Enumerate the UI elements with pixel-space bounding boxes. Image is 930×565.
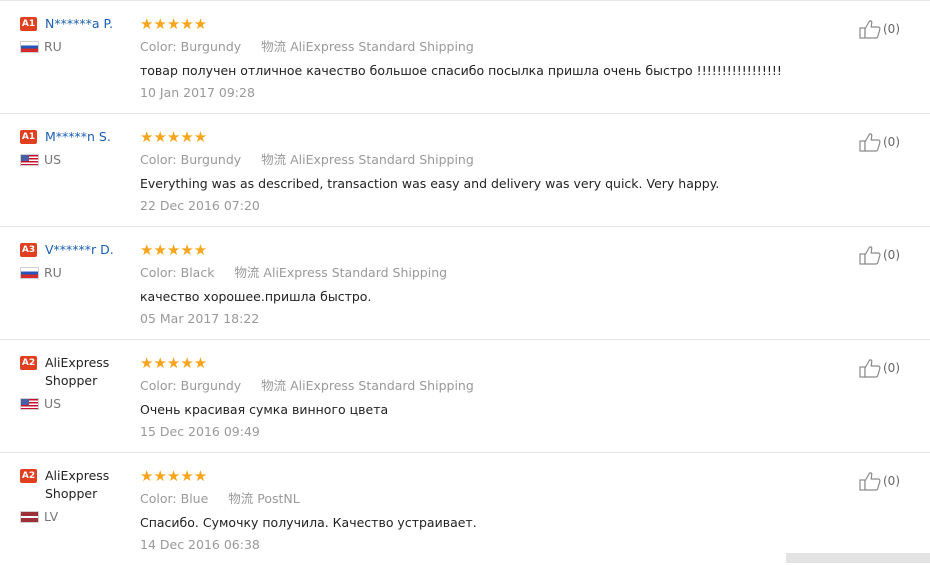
review-list: A1 N******a P. RU ★★★★★ Color: Burgundy …	[0, 0, 930, 565]
reviewer-name[interactable]: V******r D.	[45, 241, 114, 259]
horizontal-scrollbar[interactable]	[786, 553, 930, 563]
reviewer-country: RU	[20, 265, 132, 280]
review-date: 22 Dec 2016 07:20	[140, 198, 260, 213]
shipping-label: 物流	[234, 265, 260, 280]
country-flag-icon	[20, 266, 39, 279]
reviewer-info: A2 AliExpress Shopper US	[20, 354, 132, 411]
buyer-level-badge: A1	[20, 130, 37, 144]
thumbs-up-icon	[859, 20, 881, 39]
shipping-value: AliExpress Standard Shipping	[290, 152, 474, 167]
review-text: Очень красивая сумка винного цвета	[140, 402, 389, 417]
thumbs-up-icon	[859, 472, 881, 491]
helpful-button[interactable]: (0)	[859, 245, 900, 265]
reviewer-name: AliExpress Shopper	[45, 468, 110, 501]
country-flag-icon	[20, 510, 39, 523]
rating-stars: ★★★★★	[140, 128, 208, 146]
review-content: ★★★★★ Color: Burgundy 物流 AliExpress Stan…	[140, 354, 850, 440]
review-text: Everything was as described, transaction…	[140, 176, 720, 191]
helpful-count: (0)	[883, 361, 900, 375]
review-date: 15 Dec 2016 09:49	[140, 424, 260, 439]
color-label: Color:	[140, 491, 177, 506]
shipping-label: 物流	[261, 378, 287, 393]
review-item: A2 AliExpress Shopper US ★★★★★ Color: Bu…	[0, 339, 930, 452]
helpful-count: (0)	[883, 474, 900, 488]
rating-stars: ★★★★★	[140, 354, 208, 372]
reviewer-name[interactable]: M*****n S.	[45, 128, 111, 146]
review-text: качество хорошее.пришла быстро.	[140, 289, 372, 304]
country-flag-icon	[20, 397, 39, 410]
shipping-label: 物流	[261, 152, 287, 167]
buyer-level-badge: A2	[20, 356, 37, 370]
review-date: 10 Jan 2017 09:28	[140, 85, 255, 100]
order-attributes: Color: Burgundy 物流 AliExpress Standard S…	[140, 377, 850, 394]
review-content: ★★★★★ Color: Black 物流 AliExpress Standar…	[140, 241, 850, 327]
reviewer-country: US	[20, 396, 132, 411]
review-item: A1 M*****n S. US ★★★★★ Color: Burgundy 物…	[0, 113, 930, 226]
helpful-button[interactable]: (0)	[859, 19, 900, 39]
review-date: 14 Dec 2016 06:38	[140, 537, 260, 552]
thumbs-up-icon	[859, 246, 881, 265]
shipping-label: 物流	[228, 491, 254, 506]
buyer-level-badge: A1	[20, 17, 37, 31]
review-content: ★★★★★ Color: Burgundy 物流 AliExpress Stan…	[140, 128, 850, 214]
shipping-value: PostNL	[257, 491, 300, 506]
helpful-count: (0)	[883, 135, 900, 149]
review-item: A1 N******a P. RU ★★★★★ Color: Burgundy …	[0, 0, 930, 113]
review-text: Спасибо. Сумочку получила. Качество устр…	[140, 515, 477, 530]
color-label: Color:	[140, 265, 177, 280]
color-label: Color:	[140, 378, 177, 393]
helpful-button[interactable]: (0)	[859, 471, 900, 491]
shipping-value: AliExpress Standard Shipping	[290, 378, 474, 393]
thumbs-up-icon	[859, 359, 881, 378]
color-value: Burgundy	[180, 152, 242, 167]
shipping-value: AliExpress Standard Shipping	[290, 39, 474, 54]
reviewer-info: A3 V******r D. RU	[20, 241, 132, 280]
country-flag-icon	[20, 153, 39, 166]
color-label: Color:	[140, 39, 177, 54]
reviewer-info: A1 N******a P. RU	[20, 15, 132, 54]
review-text: товар получен отличное качество большое …	[140, 63, 782, 78]
buyer-level-badge: A2	[20, 469, 37, 483]
order-attributes: Color: Blue 物流 PostNL	[140, 490, 850, 507]
buyer-level-badge: A3	[20, 243, 37, 257]
reviewer-name: AliExpress Shopper	[45, 355, 110, 388]
rating-stars: ★★★★★	[140, 15, 208, 33]
reviewer-country: US	[20, 152, 132, 167]
country-code: RU	[44, 265, 62, 280]
color-value: Black	[180, 265, 215, 280]
helpful-button[interactable]: (0)	[859, 132, 900, 152]
helpful-count: (0)	[883, 22, 900, 36]
color-value: Burgundy	[180, 378, 242, 393]
country-code: US	[44, 396, 62, 411]
reviewer-country: RU	[20, 39, 132, 54]
helpful-button[interactable]: (0)	[859, 358, 900, 378]
country-code: RU	[44, 39, 62, 54]
order-attributes: Color: Burgundy 物流 AliExpress Standard S…	[140, 151, 850, 168]
country-code: LV	[44, 509, 59, 524]
shipping-label: 物流	[261, 39, 287, 54]
color-label: Color:	[140, 152, 177, 167]
country-code: US	[44, 152, 62, 167]
order-attributes: Color: Burgundy 物流 AliExpress Standard S…	[140, 38, 850, 55]
reviewer-name[interactable]: N******a P.	[45, 15, 113, 33]
order-attributes: Color: Black 物流 AliExpress Standard Ship…	[140, 264, 850, 281]
color-value: Blue	[180, 491, 209, 506]
review-content: ★★★★★ Color: Blue 物流 PostNL Спасибо. Сум…	[140, 467, 850, 553]
shipping-value: AliExpress Standard Shipping	[263, 265, 448, 280]
reviewer-country: LV	[20, 509, 132, 524]
review-item: A3 V******r D. RU ★★★★★ Color: Black 物流 …	[0, 226, 930, 339]
review-content: ★★★★★ Color: Burgundy 物流 AliExpress Stan…	[140, 15, 850, 101]
country-flag-icon	[20, 40, 39, 53]
reviewer-info: A1 M*****n S. US	[20, 128, 132, 167]
thumbs-up-icon	[859, 133, 881, 152]
rating-stars: ★★★★★	[140, 241, 208, 259]
review-item: A2 AliExpress Shopper LV ★★★★★ Color: Bl…	[0, 452, 930, 565]
reviewer-info: A2 AliExpress Shopper LV	[20, 467, 132, 524]
rating-stars: ★★★★★	[140, 467, 208, 485]
helpful-count: (0)	[883, 248, 900, 262]
review-date: 05 Mar 2017 18:22	[140, 311, 260, 326]
color-value: Burgundy	[180, 39, 242, 54]
